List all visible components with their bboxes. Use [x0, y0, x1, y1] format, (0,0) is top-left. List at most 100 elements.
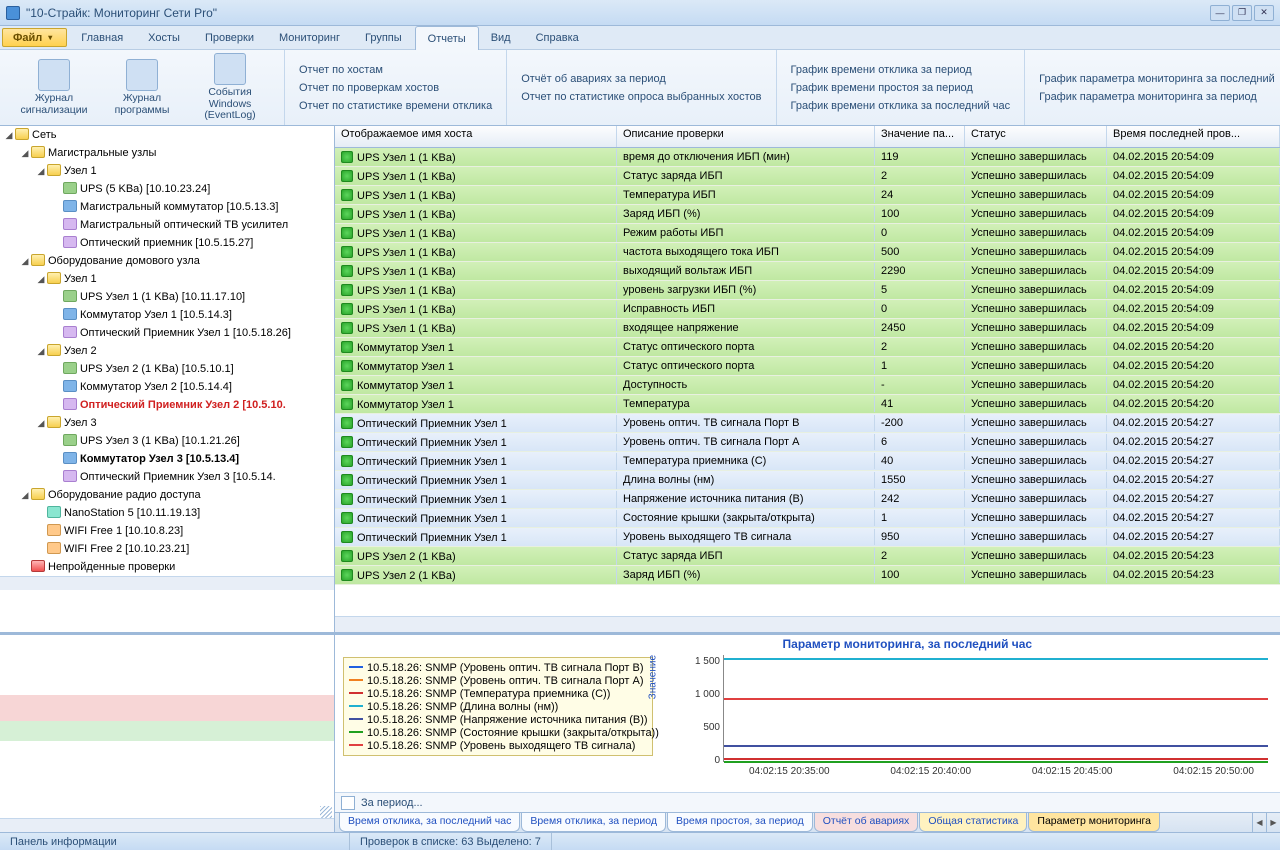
bottom-tab-1[interactable]: Время отклика, за период [521, 813, 666, 832]
tree-group[interactable]: Оборудование радио доступа [48, 489, 201, 501]
table-row[interactable]: UPS Узел 2 (1 KBa)Статус заряда ИБП2Успе… [335, 547, 1280, 566]
tree-item[interactable]: NanoStation 5 [10.11.19.13] [64, 507, 200, 519]
maximize-button[interactable]: ❐ [1232, 5, 1252, 21]
tree-item[interactable]: Оптический Приемник Узел 2 [10.5.10. [80, 399, 286, 411]
ribbon-link-0-1[interactable]: Отчет по проверкам хостов [299, 79, 492, 97]
grid-hscroll[interactable] [335, 616, 1280, 632]
bottom-tab-2[interactable]: Время простоя, за период [667, 813, 813, 832]
status-ok-icon [341, 189, 353, 201]
tree-item[interactable]: WIFI Free 1 [10.10.8.23] [64, 525, 183, 537]
tree-node[interactable]: Узел 2 [64, 345, 97, 357]
menu-item-1[interactable]: Хосты [136, 26, 193, 49]
menu-item-0[interactable]: Главная [69, 26, 136, 49]
tree-item[interactable]: Магистральный коммутатор [10.5.13.3] [80, 201, 278, 213]
table-row[interactable]: UPS Узел 1 (1 KBa)выходящий вольтаж ИБП2… [335, 262, 1280, 281]
table-row[interactable]: UPS Узел 1 (1 KBa)Температура ИБП24Успеш… [335, 186, 1280, 205]
table-row[interactable]: UPS Узел 1 (1 KBa)частота выходящего ток… [335, 243, 1280, 262]
table-row[interactable]: Оптический Приемник Узел 1Температура пр… [335, 452, 1280, 471]
ribbon-link-0-2[interactable]: Отчет по статистике времени отклика [299, 97, 492, 115]
grid-col-1[interactable]: Описание проверки [617, 126, 875, 147]
table-row[interactable]: Оптический Приемник Узел 1Уровень оптич.… [335, 414, 1280, 433]
table-row[interactable]: Коммутатор Узел 1Статус оптического порт… [335, 357, 1280, 376]
table-row[interactable]: UPS Узел 1 (1 KBa)Заряд ИБП (%)100Успешн… [335, 205, 1280, 224]
tree-item[interactable]: UPS (5 KBa) [10.10.23.24] [80, 183, 210, 195]
menu-item-6[interactable]: Вид [479, 26, 524, 49]
menu-item-7[interactable]: Справка [524, 26, 592, 49]
ribbon-icon [126, 59, 158, 91]
tree-panel[interactable]: ◢Сеть◢Магистральные узлы◢Узел 1UPS (5 KB… [0, 126, 335, 632]
title-bar: "10-Страйк: Мониторинг Сети Pro" — ❐ ✕ [0, 0, 1280, 26]
bottom-tab-3[interactable]: Отчёт об авариях [814, 813, 919, 832]
table-row[interactable]: UPS Узел 2 (1 KBa)Заряд ИБП (%)100Успешн… [335, 566, 1280, 585]
grid-col-3[interactable]: Статус [965, 126, 1107, 147]
period-bar[interactable]: За период... [335, 792, 1280, 812]
ribbon-link-2-0[interactable]: График времени отклика за период [791, 61, 1011, 79]
ribbon-button-1[interactable]: Журналпрограммы [98, 59, 186, 116]
ribbon-button-0[interactable]: Журналсигнализации [10, 59, 98, 116]
resize-grip-icon[interactable] [320, 806, 332, 818]
ribbon: ЖурналсигнализацииЖурналпрограммыСобытия… [0, 50, 1280, 126]
table-row[interactable]: Коммутатор Узел 1Статус оптического порт… [335, 338, 1280, 357]
tree-group[interactable]: Оборудование домового узла [48, 255, 200, 267]
table-row[interactable]: Оптический Приемник Узел 1Напряжение ист… [335, 490, 1280, 509]
ribbon-button-2[interactable]: События Windows(EventLog) [186, 53, 274, 122]
ribbon-link-3-1[interactable]: График параметра мониторинга за период [1039, 88, 1275, 106]
bottom-tab-0[interactable]: Время отклика, за последний час [339, 813, 520, 832]
tree-item[interactable]: Оптический Приемник Узел 1 [10.5.18.26] [80, 327, 291, 339]
ribbon-link-2-1[interactable]: График времени простоя за период [791, 79, 1011, 97]
table-row[interactable]: Оптический Приемник Узел 1Длина волны (н… [335, 471, 1280, 490]
tree-root[interactable]: Сеть [32, 129, 56, 141]
ribbon-link-0-0[interactable]: Отчет по хостам [299, 61, 492, 79]
tree-item[interactable]: UPS Узел 2 (1 KBa) [10.5.10.1] [80, 363, 234, 375]
table-row[interactable]: Коммутатор Узел 1Температура41Успешно за… [335, 395, 1280, 414]
ribbon-link-2-2[interactable]: График времени отклика за последний час [791, 97, 1011, 115]
tree-item[interactable]: Оптический Приемник Узел 3 [10.5.14. [80, 471, 276, 483]
bottom-tab-4[interactable]: Общая статистика [919, 813, 1027, 832]
minimize-button[interactable]: — [1210, 5, 1230, 21]
status-ok-icon [341, 569, 353, 581]
menu-item-4[interactable]: Группы [353, 26, 415, 49]
tree-item[interactable]: Магистральный оптический ТВ усилител [80, 219, 288, 231]
menu-item-2[interactable]: Проверки [193, 26, 267, 49]
table-row[interactable]: UPS Узел 1 (1 KBa)Режим работы ИБП0Успеш… [335, 224, 1280, 243]
tree-item[interactable]: UPS Узел 1 (1 KBa) [10.11.17.10] [80, 291, 245, 303]
table-row[interactable]: Коммутатор Узел 1Доступность-Успешно зав… [335, 376, 1280, 395]
ribbon-link-1-1[interactable]: Отчет по статистике опроса выбранных хос… [521, 88, 761, 106]
info-hscroll[interactable] [0, 818, 334, 832]
menu-item-5[interactable]: Отчеты [415, 26, 479, 50]
tree-item[interactable]: Коммутатор Узел 3 [10.5.13.4] [80, 453, 239, 465]
tree-item[interactable]: Коммутатор Узел 2 [10.5.14.4] [80, 381, 232, 393]
tree-item[interactable]: UPS Узел 3 (1 KBa) [10.1.21.26] [80, 435, 240, 447]
ribbon-link-3-0[interactable]: График параметра мониторинга за последни… [1039, 70, 1275, 88]
tab-scroll-right[interactable]: ▶ [1266, 813, 1280, 832]
tree-node[interactable]: Узел 1 [64, 165, 97, 177]
tab-scroll-left[interactable]: ◀ [1252, 813, 1266, 832]
grid-col-0[interactable]: Отображаемое имя хоста [335, 126, 617, 147]
table-row[interactable]: Оптический Приемник Узел 1Уровень оптич.… [335, 433, 1280, 452]
tree-hscroll[interactable] [0, 576, 334, 590]
table-row[interactable]: UPS Узел 1 (1 KBa)время до отключения ИБ… [335, 148, 1280, 167]
tree-node[interactable]: Узел 1 [64, 273, 97, 285]
table-row[interactable]: UPS Узел 1 (1 KBa)Статус заряда ИБП2Успе… [335, 167, 1280, 186]
grid-col-2[interactable]: Значение па... [875, 126, 965, 147]
grid-header[interactable]: Отображаемое имя хостаОписание проверкиЗ… [335, 126, 1280, 148]
table-row[interactable]: UPS Узел 1 (1 KBa)Исправность ИБП0Успешн… [335, 300, 1280, 319]
grid-col-4[interactable]: Время последней пров... [1107, 126, 1280, 147]
ribbon-link-1-0[interactable]: Отчёт об авариях за период [521, 70, 761, 88]
tree-item[interactable]: WIFI Free 2 [10.10.23.21] [64, 543, 189, 555]
table-row[interactable]: UPS Узел 1 (1 KBa)уровень загрузки ИБП (… [335, 281, 1280, 300]
xtick: 04:02:15 20:45:00 [1032, 766, 1113, 777]
bottom-tab-5[interactable]: Параметр мониторинга [1028, 813, 1160, 832]
table-row[interactable]: Оптический Приемник Узел 1Состояние крыш… [335, 509, 1280, 528]
grid-body[interactable]: UPS Узел 1 (1 KBa)время до отключения ИБ… [335, 148, 1280, 616]
table-row[interactable]: Оптический Приемник Узел 1Уровень выходя… [335, 528, 1280, 547]
tree-failed[interactable]: Непройденные проверки [48, 561, 175, 573]
tree-group[interactable]: Магистральные узлы [48, 147, 156, 159]
tree-node[interactable]: Узел 3 [64, 417, 97, 429]
file-menu[interactable]: Файл [2, 28, 67, 47]
close-button[interactable]: ✕ [1254, 5, 1274, 21]
menu-item-3[interactable]: Мониторинг [267, 26, 353, 49]
tree-item[interactable]: Оптический приемник [10.5.15.27] [80, 237, 253, 249]
tree-item[interactable]: Коммутатор Узел 1 [10.5.14.3] [80, 309, 232, 321]
table-row[interactable]: UPS Узел 1 (1 KBa)входящее напряжение245… [335, 319, 1280, 338]
